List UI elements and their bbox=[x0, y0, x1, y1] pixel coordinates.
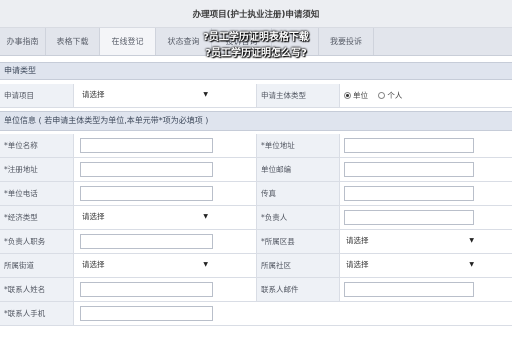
form-row: 所属街道 请选择 ▼ 所属社区 请选择 ▼ bbox=[0, 254, 512, 278]
community-select[interactable]: 请选择 ▼ bbox=[344, 258, 476, 273]
district-label: *所属区县 bbox=[256, 230, 340, 253]
radio-checked-icon bbox=[344, 92, 351, 99]
econ-type-label: *经济类型 bbox=[0, 206, 74, 229]
form-row: *负责人职务 *所属区县 请选择 ▼ bbox=[0, 230, 512, 254]
section-unit-info: 单位信息 ( 若申请主体类型为单位,本单元带*项为必填项 ) bbox=[0, 111, 512, 131]
unit-phone-input[interactable] bbox=[80, 186, 213, 201]
unit-phone-label: *单位电话 bbox=[0, 182, 74, 205]
apply-item-label: 申请项目 bbox=[0, 84, 74, 107]
subject-type-radios: 单位 个人 bbox=[344, 84, 410, 107]
apply-item-select[interactable]: 请选择 ▼ bbox=[80, 88, 210, 103]
section-apply-type: 申请类型 bbox=[0, 62, 512, 80]
reg-address-input[interactable] bbox=[80, 162, 213, 177]
subject-type-label: 申请主体类型 bbox=[256, 84, 340, 107]
page-title: 办理项目(护士执业注册)申请须知 bbox=[192, 10, 320, 20]
unit-name-input[interactable] bbox=[80, 138, 213, 153]
contact-name-label: *联系人姓名 bbox=[0, 278, 74, 301]
form-row: *单位名称 *单位地址 bbox=[0, 134, 512, 158]
form-row: *单位电话 传真 bbox=[0, 182, 512, 206]
apply-row: 申请项目 请选择 ▼ 申请主体类型 单位 个人 bbox=[0, 84, 512, 108]
district-select[interactable]: 请选择 ▼ bbox=[344, 234, 476, 249]
street-label: 所属街道 bbox=[0, 254, 74, 277]
contact-mobile-input[interactable] bbox=[80, 306, 213, 321]
street-select[interactable]: 请选择 ▼ bbox=[80, 258, 210, 273]
unit-address-input[interactable] bbox=[344, 138, 474, 153]
contact-email-input[interactable] bbox=[344, 282, 474, 297]
legal-person-input[interactable] bbox=[344, 210, 474, 225]
contact-mobile-label: *联系人手机 bbox=[0, 302, 74, 325]
fax-label: 传真 bbox=[256, 182, 340, 205]
radio-unchecked-icon bbox=[378, 92, 386, 99]
dropdown-arrow-icon: ▼ bbox=[469, 237, 474, 244]
overlay-caption-1: ?员工学历证明表格下载 bbox=[203, 32, 309, 43]
contact-email-label: 联系人邮件 bbox=[256, 278, 340, 301]
dropdown-arrow-icon: ▼ bbox=[469, 261, 474, 268]
legal-duty-input[interactable] bbox=[80, 234, 213, 249]
page-header: 办理项目(护士执业注册)申请须知 bbox=[0, 0, 512, 28]
fax-input[interactable] bbox=[344, 186, 474, 201]
unit-address-label: *单位地址 bbox=[256, 134, 340, 157]
unit-postcode-label: 单位邮编 bbox=[256, 158, 340, 181]
unit-name-label: *单位名称 bbox=[0, 134, 74, 157]
legal-duty-label: *负责人职务 bbox=[0, 230, 74, 253]
unit-postcode-input[interactable] bbox=[344, 162, 474, 177]
form-row: *经济类型 请选择 ▼ *负责人 bbox=[0, 206, 512, 230]
dropdown-arrow-icon: ▼ bbox=[203, 213, 208, 220]
form-row: *联系人手机 bbox=[0, 302, 512, 326]
radio-option-person[interactable]: 个人 bbox=[378, 91, 402, 100]
reg-address-label: *注册地址 bbox=[0, 158, 74, 181]
community-label: 所属社区 bbox=[256, 254, 340, 277]
form-row: *注册地址 单位邮编 bbox=[0, 158, 512, 182]
legal-person-label: *负责人 bbox=[256, 206, 340, 229]
form-row: *联系人姓名 联系人邮件 bbox=[0, 278, 512, 302]
radio-option-unit[interactable]: 单位 bbox=[344, 91, 368, 100]
overlay-caption-2: ?员工学历证明怎么写? bbox=[205, 48, 307, 59]
contact-name-input[interactable] bbox=[80, 282, 213, 297]
dropdown-arrow-icon: ▼ bbox=[203, 91, 208, 98]
econ-type-select[interactable]: 请选择 ▼ bbox=[80, 210, 210, 225]
dropdown-arrow-icon: ▼ bbox=[203, 261, 208, 268]
